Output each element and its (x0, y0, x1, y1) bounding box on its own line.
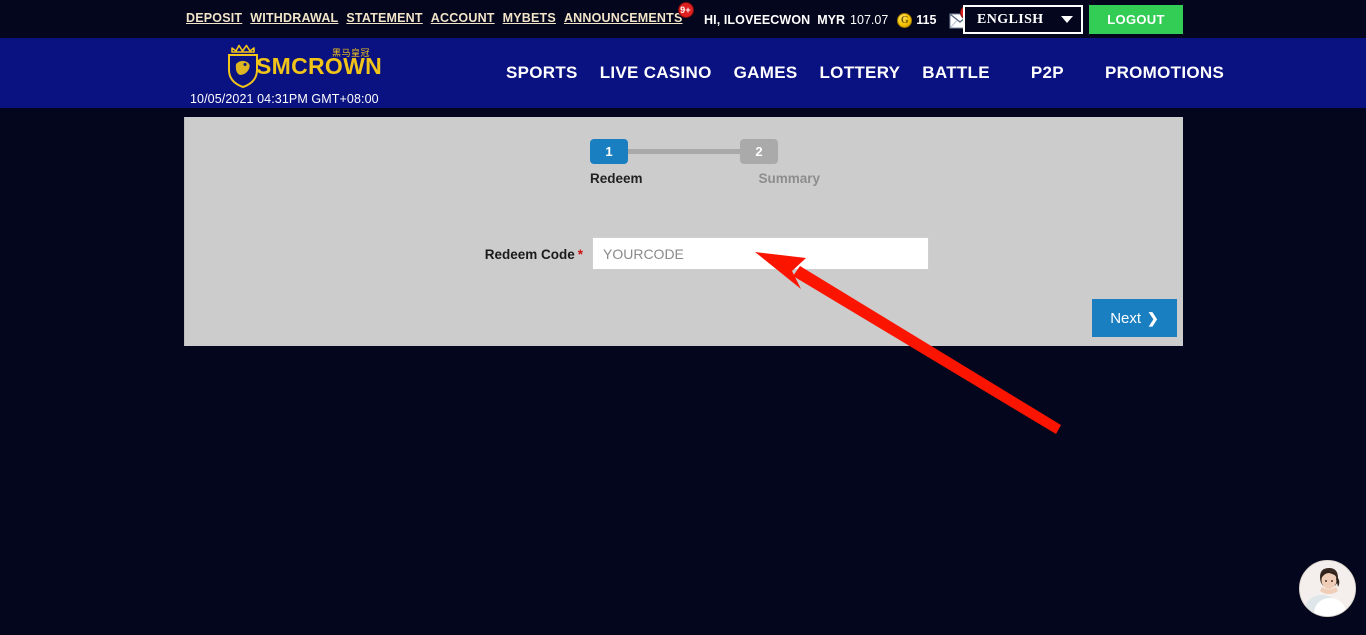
redeem-code-input[interactable] (592, 237, 929, 270)
coin-icon: G (897, 13, 912, 28)
live-chat-avatar[interactable] (1299, 560, 1356, 617)
top-utility-bar: DEPOSIT WITHDRAWAL STATEMENT ACCOUNT MYB… (0, 0, 1366, 38)
redeem-code-row: Redeem Code* (185, 237, 1184, 271)
step-1-indicator[interactable]: 1 (590, 139, 628, 164)
currency-label: MYR (817, 13, 845, 27)
language-selector[interactable]: ENGLISH (963, 5, 1083, 34)
next-button-label: Next (1110, 310, 1141, 327)
user-greeting: HI, ILOVEECWON (704, 13, 810, 27)
nav-item-lottery[interactable]: LOTTERY (808, 38, 911, 108)
nav-item-p2p[interactable]: P2P (1001, 38, 1094, 108)
main-navigation-bar: SMCROWN 黑马皇冠 10/05/2021 04:31PM GMT+08:0… (0, 38, 1366, 108)
redeem-code-label: Redeem Code* (463, 247, 583, 262)
logout-button[interactable]: LOGOUT (1089, 5, 1183, 34)
chevron-right-icon: ❯ (1147, 310, 1159, 327)
nav-item-live-casino[interactable]: LIVE CASINO (589, 38, 723, 108)
server-clock: 10/05/2021 04:31PM GMT+08:00 (190, 92, 390, 106)
nav-item-battle[interactable]: BATTLE (911, 38, 1001, 108)
required-asterisk: * (578, 247, 583, 262)
step-2-label: Summary (758, 171, 820, 186)
top-link-deposit[interactable]: DEPOSIT (186, 11, 242, 25)
user-info: HI, ILOVEECWON MYR 107.07 G 115 8 (704, 11, 971, 29)
coin-count: 115 (916, 13, 936, 27)
brand-name-cjk: 黑马皇冠 (332, 46, 370, 59)
page-root: DEPOSIT WITHDRAWAL STATEMENT ACCOUNT MYB… (0, 0, 1366, 635)
top-link-withdrawal[interactable]: WITHDRAWAL (250, 11, 338, 25)
nav-menu: SPORTS LIVE CASINO GAMES LOTTERY BATTLE … (495, 38, 1235, 108)
top-utility-links: DEPOSIT WITHDRAWAL STATEMENT ACCOUNT MYB… (186, 11, 683, 25)
top-link-account[interactable]: ACCOUNT (431, 11, 495, 25)
nav-item-games[interactable]: GAMES (723, 38, 809, 108)
brand-block[interactable]: SMCROWN 黑马皇冠 10/05/2021 04:31PM GMT+08:0… (190, 40, 380, 106)
stepper-labels: Redeem Summary (590, 171, 820, 186)
nav-item-sports[interactable]: SPORTS (495, 38, 589, 108)
stepper-indicators: 1 2 (590, 139, 778, 164)
announcements-count-badge: 9+ (678, 2, 694, 18)
account-balance: 107.07 (850, 13, 888, 27)
crown-shield-icon (222, 42, 266, 90)
step-1-label: Redeem (590, 171, 643, 186)
redeem-code-label-text: Redeem Code (485, 247, 575, 262)
top-link-mybets[interactable]: MYBETS (503, 11, 556, 25)
top-link-statement[interactable]: STATEMENT (346, 11, 422, 25)
next-button[interactable]: Next ❯ (1092, 299, 1177, 337)
nav-item-promotions[interactable]: PROMOTIONS (1094, 38, 1235, 108)
redeem-stepper: 1 2 Redeem Summary (185, 117, 1184, 197)
chevron-down-icon (1061, 16, 1073, 23)
top-link-announcements[interactable]: ANNOUNCEMENTS 9+ (564, 11, 683, 25)
redeem-panel: 1 2 Redeem Summary Redeem Code* Next ❯ (184, 117, 1183, 346)
step-2-indicator[interactable]: 2 (740, 139, 778, 164)
loyalty-points: G 115 (897, 13, 936, 28)
language-selected-value: ENGLISH (977, 12, 1044, 28)
top-link-announcements-label: ANNOUNCEMENTS (564, 11, 683, 25)
stepper-connector-line (628, 149, 740, 154)
